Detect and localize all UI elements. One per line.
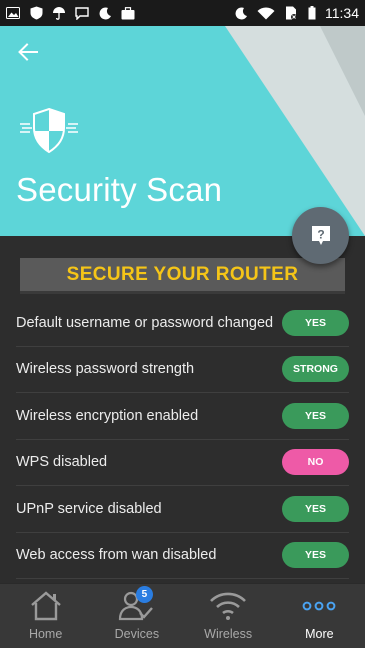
- check-label: Wireless password strength: [16, 361, 195, 378]
- list-item: Web access from wan disabled YES: [16, 533, 349, 579]
- page-curl-decoration: [320, 26, 365, 116]
- check-label: UPnP service disabled: [16, 500, 162, 517]
- nav-item-wireless[interactable]: Wireless: [183, 584, 274, 648]
- nav-label: More: [305, 627, 334, 641]
- help-question-icon: ?: [311, 225, 330, 245]
- status-pill[interactable]: YES: [282, 309, 349, 336]
- nav-label: Wireless: [204, 627, 253, 641]
- battery-icon: [307, 6, 316, 20]
- umbrella-icon: [52, 6, 66, 20]
- security-check-list: Default username or password changed YES…: [16, 300, 349, 579]
- home-icon: [29, 588, 63, 624]
- arrow-left-icon: [18, 43, 38, 61]
- check-label: Default username or password changed: [16, 314, 274, 331]
- check-label: WPS disabled: [16, 454, 108, 471]
- wifi-icon: [209, 588, 247, 624]
- status-pill[interactable]: NO: [282, 449, 349, 476]
- status-bar: 11:34: [0, 0, 365, 26]
- device-count-badge: 5: [135, 586, 153, 603]
- status-left-icons: [6, 6, 135, 20]
- no-sim-icon: [284, 6, 298, 20]
- list-item: UPnP service disabled YES: [16, 486, 349, 533]
- clock: 11:34: [325, 5, 359, 21]
- status-right-icons: 11:34: [234, 5, 359, 21]
- briefcase-icon: [121, 6, 135, 20]
- status-pill[interactable]: YES: [282, 542, 349, 569]
- moon-icon: [234, 6, 248, 20]
- list-item: Default username or password changed YES: [16, 300, 349, 347]
- nav-item-home[interactable]: Home: [0, 584, 91, 648]
- wifi-icon: [257, 6, 275, 20]
- more-icon: [302, 588, 336, 624]
- check-label: Wireless encryption enabled: [16, 407, 199, 424]
- status-pill[interactable]: YES: [282, 495, 349, 522]
- list-item: WPS disabled NO: [16, 440, 349, 486]
- moon-icon: [98, 6, 112, 20]
- nav-label: Home: [28, 627, 63, 641]
- list-item: Wireless password strength STRONG: [16, 347, 349, 393]
- svg-text:?: ?: [317, 227, 324, 241]
- bottom-navigation: Home 5 Devices Wireless More: [0, 583, 365, 648]
- security-shield-icon: [18, 106, 80, 158]
- status-pill[interactable]: STRONG: [282, 356, 349, 383]
- check-label: Web access from wan disabled: [16, 547, 217, 564]
- back-button[interactable]: [14, 38, 42, 66]
- nav-label: Devices: [114, 627, 160, 641]
- page-title: Security Scan: [16, 171, 223, 208]
- devices-icon: 5: [118, 586, 156, 624]
- image-icon: [6, 6, 20, 20]
- nav-item-more[interactable]: More: [274, 584, 365, 648]
- list-item: Wireless encryption enabled YES: [16, 393, 349, 440]
- help-button[interactable]: ?: [292, 207, 349, 264]
- shield-check-icon: [29, 6, 43, 20]
- status-pill[interactable]: YES: [282, 402, 349, 429]
- header: Security Scan: [0, 26, 365, 236]
- nav-item-devices[interactable]: 5 Devices: [91, 584, 182, 648]
- secure-router-banner: SECURE YOUR ROUTER: [20, 258, 345, 294]
- chat-icon: [75, 6, 89, 20]
